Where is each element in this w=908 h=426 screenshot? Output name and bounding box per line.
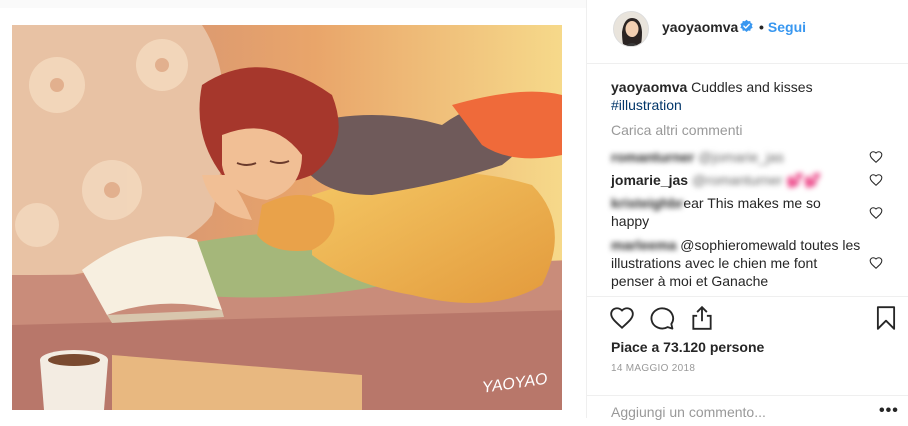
share-icon[interactable] (689, 305, 715, 331)
post-date[interactable]: 14 MAGGIO 2018 (611, 363, 695, 374)
follow-button[interactable]: Segui (768, 19, 806, 35)
add-comment-bar: ••• (587, 395, 908, 426)
more-options-icon[interactable]: ••• (879, 402, 899, 420)
caption-text: Cuddles and kisses (687, 79, 813, 95)
post-sidebar: yaoyaomva • Segui yaoyaomva Cuddles and k… (586, 0, 908, 422)
post-media[interactable]: YAOYAO (0, 8, 586, 418)
post-header: yaoyaomva • Segui (587, 0, 908, 64)
comment-like-icon[interactable] (869, 206, 883, 220)
comment-input[interactable] (611, 402, 851, 422)
separator-dot: • (759, 19, 764, 35)
comments-section: yaoyaomva Cuddles and kisses #illustrati… (587, 64, 908, 296)
header-username[interactable]: yaoyaomva (662, 19, 738, 35)
comment-like-icon[interactable] (869, 150, 883, 164)
comment-text: @jomarie_jas (698, 149, 784, 165)
comment-username[interactable]: romanturner (611, 149, 694, 165)
post-caption: yaoyaomva Cuddles and kisses #illustrati… (611, 78, 881, 114)
comment-item: romanturner @jomarie_jas (611, 148, 861, 166)
bookmark-icon[interactable] (873, 305, 899, 331)
top-strip (0, 0, 586, 8)
comment-username[interactable]: marleema (611, 237, 676, 253)
comment-username[interactable]: jomarie_jas (611, 172, 688, 188)
follow-area: • Segui (759, 19, 806, 35)
post-actions: Piace a 73.120 persone 14 MAGGIO 2018 ••… (587, 296, 908, 422)
comment-item: marleema @sophieromewald toutes les illu… (611, 236, 861, 290)
comment-bubble-icon[interactable] (649, 305, 675, 331)
verified-badge-icon (740, 19, 753, 33)
comment-username[interactable]: kristeighbr (611, 195, 683, 211)
comment-like-icon[interactable] (869, 173, 883, 187)
illustration-image[interactable]: YAOYAO (12, 25, 562, 410)
caption-hashtag[interactable]: #illustration (611, 97, 682, 113)
avatar[interactable] (613, 11, 649, 47)
comment-item: jomarie_jas @romanturner 💕💕 (611, 171, 861, 189)
comment-like-icon[interactable] (869, 256, 883, 270)
load-more-comments[interactable]: Carica altri commenti (611, 122, 742, 138)
heart-icon[interactable] (609, 305, 635, 331)
comment-item: kristeighbrear This makes me so happy (611, 194, 861, 230)
comment-text: @romanturner 💕💕 (691, 172, 822, 188)
likes-count[interactable]: Piace a 73.120 persone (611, 339, 764, 355)
caption-username[interactable]: yaoyaomva (611, 79, 687, 95)
